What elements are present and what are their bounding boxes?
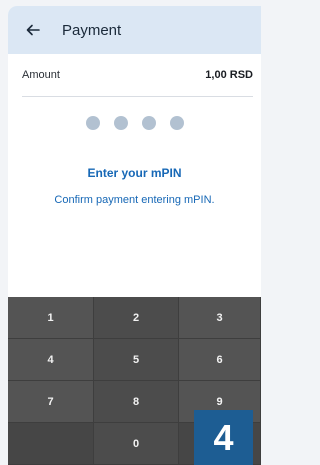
key-8[interactable]: 8 <box>94 381 179 423</box>
pin-dot <box>169 116 184 130</box>
amount-label: Amount <box>22 69 60 81</box>
key-2[interactable]: 2 <box>94 297 179 339</box>
key-3[interactable]: 3 <box>179 297 261 339</box>
key-blank-left <box>8 423 94 465</box>
key-7[interactable]: 7 <box>8 381 94 423</box>
phone-screen: Payment Amount 1,00 RSD Enter your mPIN … <box>8 6 261 465</box>
amount-value: 1,00 RSD <box>205 69 253 81</box>
key-4[interactable]: 4 <box>8 339 94 381</box>
pin-dot <box>85 116 100 130</box>
pin-indicator <box>8 116 261 130</box>
app-bar: Payment <box>8 6 261 54</box>
key-1[interactable]: 1 <box>8 297 94 339</box>
page-title: Payment <box>62 21 122 39</box>
amount-row: Amount 1,00 RSD <box>8 54 261 96</box>
divider <box>22 96 253 97</box>
mpin-prompt-subtitle: Confirm payment entering mPIN. <box>54 194 215 206</box>
pin-dot <box>141 116 156 130</box>
step-number-badge: 4 <box>194 410 253 465</box>
key-0[interactable]: 0 <box>94 423 179 465</box>
mpin-prompt-title: Enter your mPIN <box>87 166 182 180</box>
key-6[interactable]: 6 <box>179 339 261 381</box>
arrow-left-icon[interactable] <box>22 20 44 40</box>
pin-dot <box>113 116 128 130</box>
key-5[interactable]: 5 <box>94 339 179 381</box>
